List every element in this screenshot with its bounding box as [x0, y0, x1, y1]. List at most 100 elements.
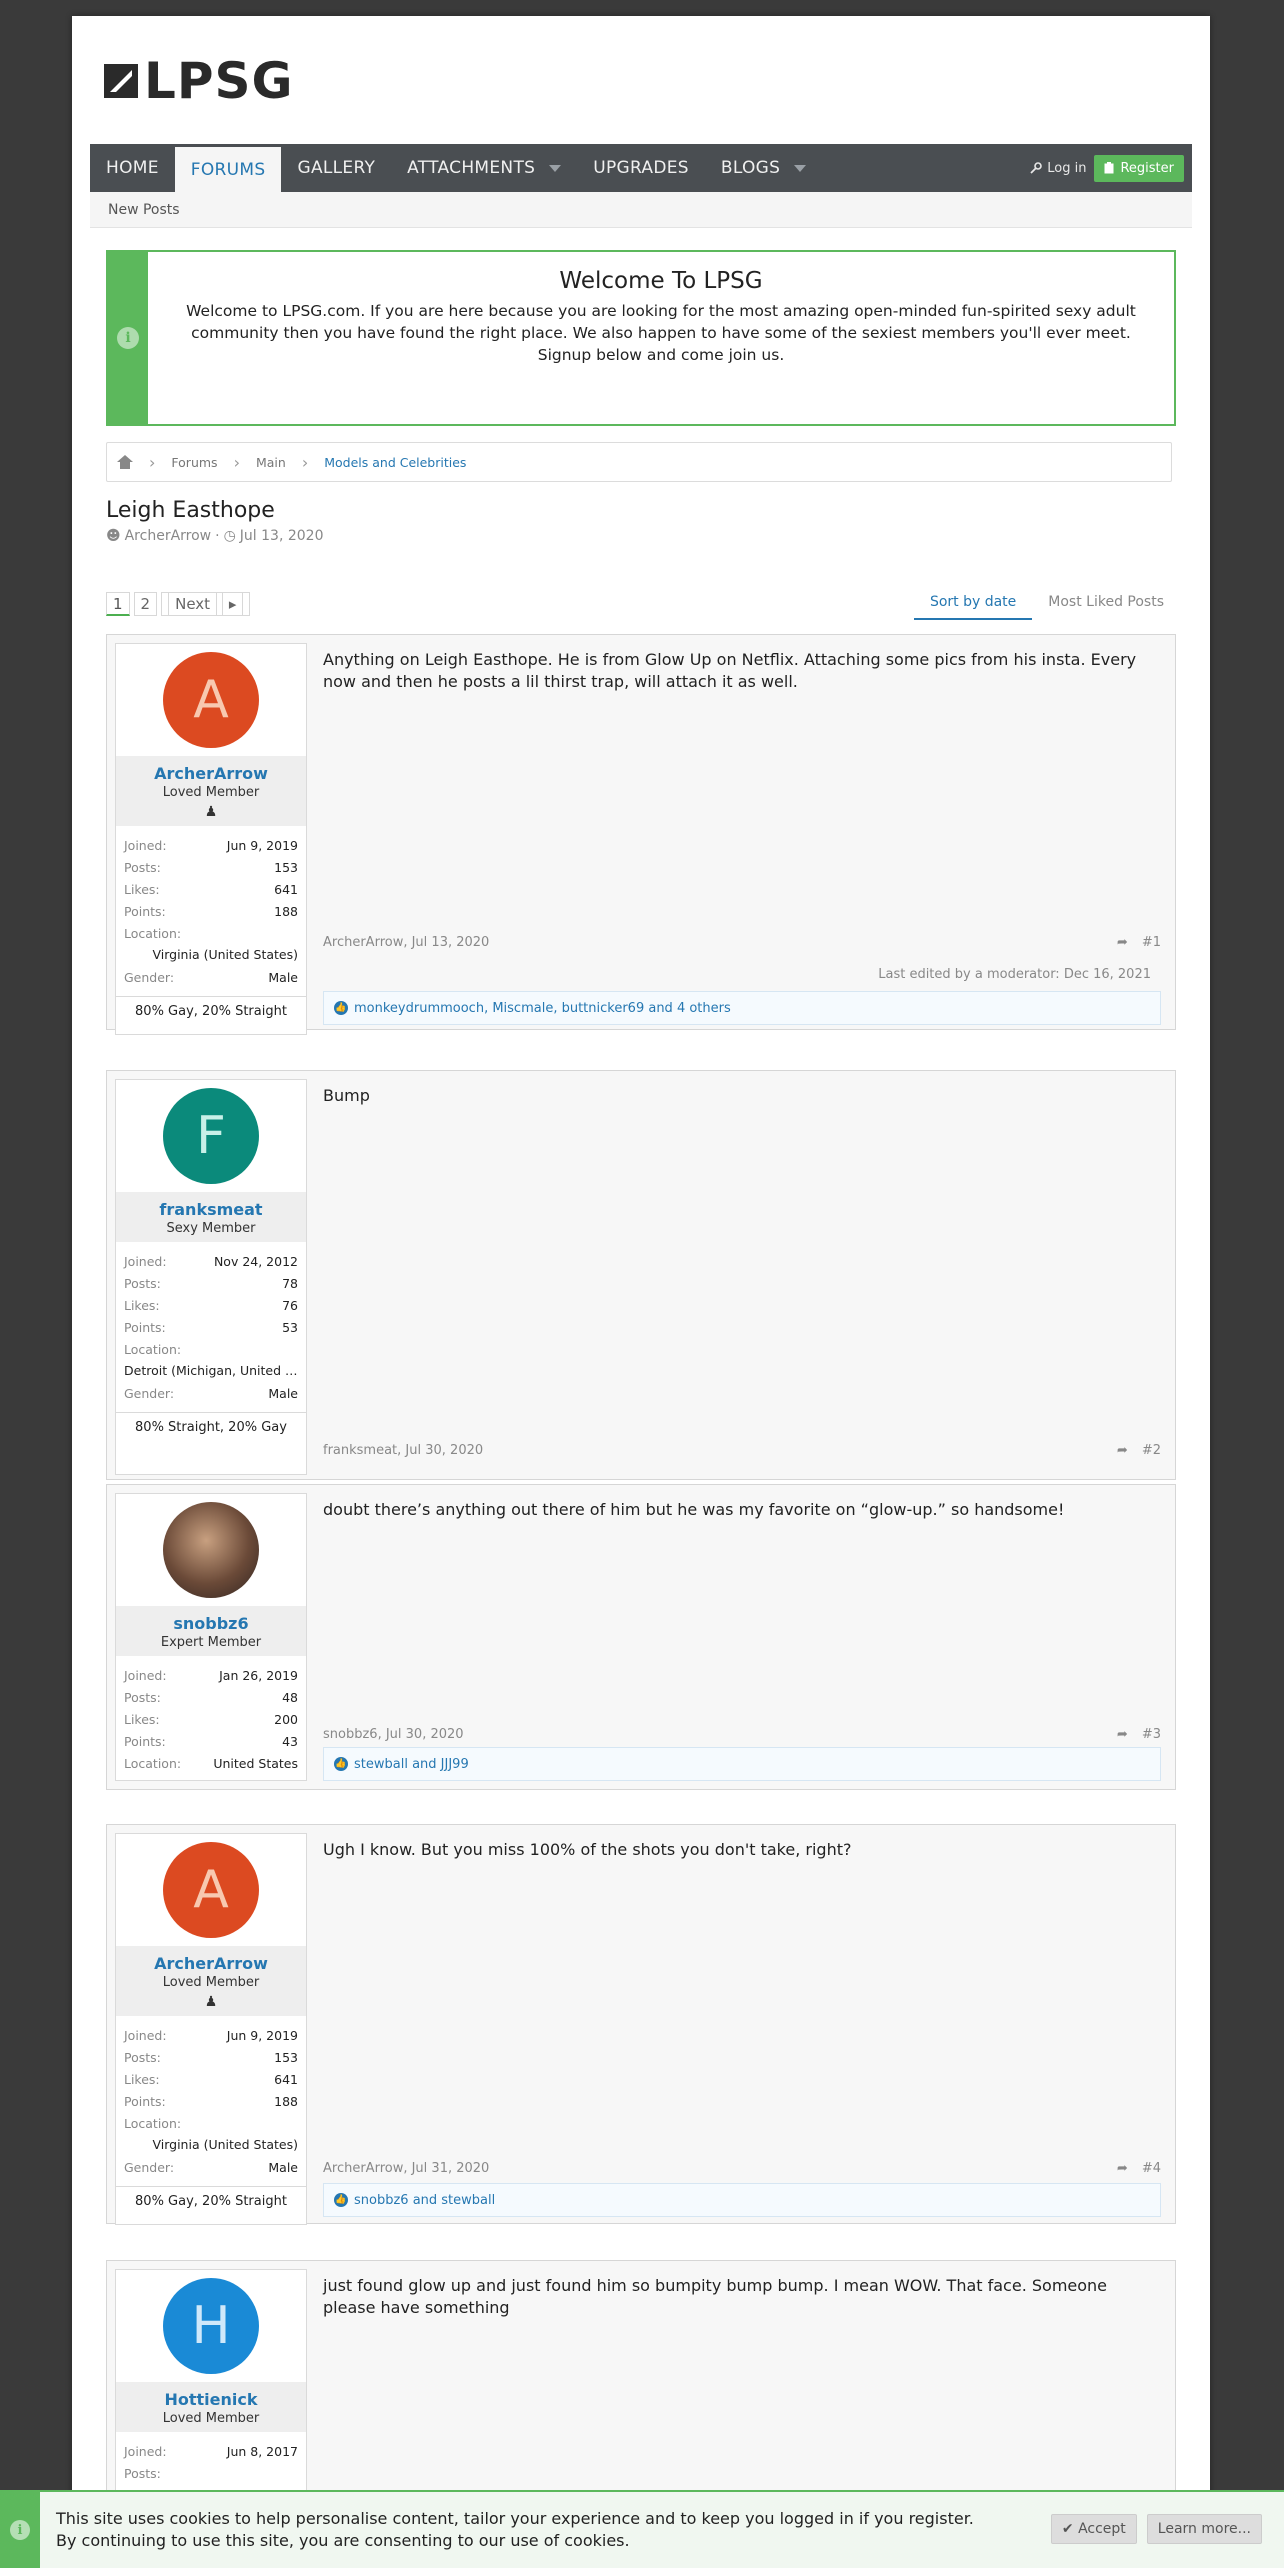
stat-label: Likes:: [124, 1711, 160, 1727]
share-icon[interactable]: ➦: [1117, 1443, 1128, 1458]
home-icon[interactable]: [117, 455, 133, 469]
stat-posts: 48: [282, 1689, 298, 1705]
learn-more-button[interactable]: Learn more...: [1146, 2514, 1262, 2544]
notice-strip: i: [0, 2492, 40, 2568]
post-date[interactable]: ArcherArrow, Jul 31, 2020: [323, 2161, 489, 2176]
meta-separator: ·: [215, 528, 220, 544]
post-date[interactable]: franksmeat, Jul 30, 2020: [323, 1443, 483, 1458]
logo-text: LPSG: [144, 52, 294, 110]
thread-author[interactable]: ArcherArrow: [125, 528, 212, 544]
sub-nav: New Posts: [90, 192, 1192, 228]
post-footer: snobbz6, Jul 30, 2020 ➦ #3: [323, 1727, 1161, 1742]
cookie-line-1: This site uses cookies to help personali…: [56, 2509, 974, 2528]
accept-button[interactable]: ✔ Accept: [1050, 2514, 1137, 2544]
stat-joined: Jun 9, 2019: [226, 2027, 298, 2043]
thread-title: Leigh Easthope: [106, 498, 275, 523]
post-body: doubt there’s anything out there of him …: [323, 1500, 1065, 1519]
site-logo[interactable]: LPSG: [104, 56, 294, 106]
post: snobbz6 Expert Member Joined: Jan 26, 201…: [106, 1484, 1176, 1790]
avatar[interactable]: F: [163, 1088, 259, 1184]
share-icon[interactable]: ➦: [1117, 2161, 1128, 2176]
next-label: Next: [168, 592, 218, 616]
post-date[interactable]: ArcherArrow, Jul 13, 2020: [323, 935, 489, 950]
username[interactable]: ArcherArrow: [116, 764, 306, 783]
avatar[interactable]: H: [163, 2278, 259, 2374]
share-icon[interactable]: ➦: [1117, 1727, 1128, 1742]
avatar[interactable]: [163, 1502, 259, 1598]
next-page-button[interactable]: Next ▸: [161, 592, 251, 616]
breadcrumb-forums[interactable]: Forums: [171, 455, 217, 470]
most-liked-tab[interactable]: Most Liked Posts: [1032, 586, 1180, 620]
stat-location: Detroit (Michigan, United States): [124, 1363, 298, 1378]
username[interactable]: ArcherArrow: [116, 1954, 306, 1973]
stat-label: Location:: [124, 925, 182, 941]
like-icon: 👍: [334, 1001, 348, 1015]
chevron-right-icon: ›: [149, 452, 156, 472]
tab-attachments[interactable]: ATTACHMENTS: [391, 144, 577, 192]
chevron-right-icon: ›: [233, 452, 240, 472]
username[interactable]: snobbz6: [116, 1614, 306, 1633]
likes-bar[interactable]: 👍 stewball and JJJ99: [323, 1747, 1161, 1781]
avatar[interactable]: A: [163, 652, 259, 748]
cookie-notice: i This site uses cookies to help persona…: [0, 2490, 1284, 2568]
stat-label: Posts:: [124, 2049, 161, 2065]
stat-label: Points:: [124, 2093, 166, 2109]
stat-likes: 641: [274, 881, 298, 897]
info-icon: i: [117, 327, 139, 349]
stat-label: Posts:: [124, 1275, 161, 1291]
stat-joined: Jun 8, 2017: [226, 2443, 298, 2459]
post-number[interactable]: #1: [1142, 935, 1161, 950]
post-number[interactable]: #2: [1142, 1443, 1161, 1458]
username[interactable]: franksmeat: [116, 1200, 306, 1219]
breadcrumb-main[interactable]: Main: [256, 455, 286, 470]
stat-label: Likes:: [124, 1297, 160, 1313]
likes-list[interactable]: snobbz6 and stewball: [354, 2193, 495, 2208]
chevron-right-icon: ›: [301, 452, 309, 472]
welcome-title: Welcome To LPSG: [559, 268, 763, 294]
chevron-down-icon[interactable]: [549, 164, 562, 172]
likes-bar[interactable]: 👍 snobbz6 and stewball: [323, 2183, 1161, 2217]
post-number[interactable]: #3: [1142, 1727, 1161, 1742]
likes-bar[interactable]: 👍 monkeydrummooch, Miscmale, buttnicker6…: [323, 991, 1161, 1025]
member-badge-icon: ♟: [204, 1994, 218, 2010]
page-2-link[interactable]: 2: [133, 592, 158, 616]
tab-home[interactable]: HOME: [90, 144, 175, 192]
stat-label: Likes:: [124, 2071, 160, 2087]
sort-tabs: Sort by date Most Liked Posts: [913, 586, 1180, 620]
user-title: Sexy Member: [166, 1221, 256, 1236]
share-icon[interactable]: ➦: [1117, 935, 1128, 950]
new-posts-link[interactable]: New Posts: [108, 202, 180, 218]
tab-upgrades[interactable]: UPGRADES: [577, 144, 705, 192]
like-icon: 👍: [334, 1757, 348, 1771]
breadcrumb-models-celebrities[interactable]: Models and Celebrities: [324, 455, 466, 470]
post: F franksmeat Sexy Member Joined: Nov 24, …: [106, 1070, 1176, 1480]
login-link[interactable]: Log in: [1030, 161, 1086, 176]
tab-gallery[interactable]: GALLERY: [281, 144, 391, 192]
thread-date[interactable]: Jul 13, 2020: [240, 528, 324, 544]
likes-list[interactable]: monkeydrummooch, Miscmale, buttnicker69 …: [354, 1001, 731, 1016]
page-1-link[interactable]: 1: [106, 592, 130, 616]
tab-attachments-label: ATTACHMENTS: [407, 158, 536, 178]
clock-icon: ◷: [223, 528, 236, 544]
orientation: 80% Gay, 20% Straight: [116, 996, 306, 1026]
member-badge-icon: ♟: [204, 804, 218, 820]
stat-likes: 641: [274, 2071, 298, 2087]
likes-list[interactable]: stewball and JJJ99: [354, 1757, 469, 1772]
username[interactable]: Hottienick: [116, 2390, 306, 2409]
stat-label: Points:: [124, 1733, 166, 1749]
tab-blogs[interactable]: BLOGS: [705, 144, 822, 192]
tab-forums[interactable]: FORUMS: [174, 144, 282, 192]
tab-blogs-label: BLOGS: [720, 158, 781, 178]
sort-by-date-tab[interactable]: Sort by date: [913, 586, 1033, 620]
avatar[interactable]: A: [163, 1842, 259, 1938]
user-card: snobbz6 Expert Member Joined: Jan 26, 201…: [115, 1493, 307, 1781]
post-date[interactable]: snobbz6, Jul 30, 2020: [323, 1727, 464, 1742]
post-footer: ArcherArrow, Jul 13, 2020 ➦ #1: [323, 935, 1161, 950]
chevron-down-icon[interactable]: [794, 164, 807, 172]
stat-location: Virginia (United States): [152, 947, 298, 962]
stat-gender: Male: [268, 1385, 298, 1401]
post-number[interactable]: #4: [1142, 2161, 1161, 2176]
post: A ArcherArrow Loved Member ♟ Joined: Jun …: [106, 634, 1176, 1035]
logo-icon: [104, 64, 138, 98]
register-button[interactable]: Register: [1094, 154, 1184, 182]
